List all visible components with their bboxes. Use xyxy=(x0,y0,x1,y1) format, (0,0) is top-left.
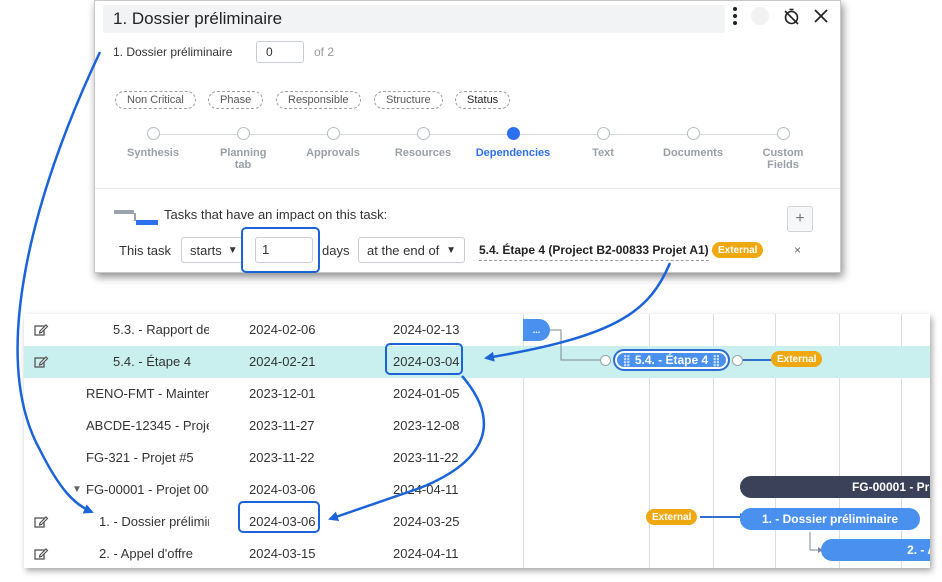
tab-custom-fields[interactable]: Custom Fields xyxy=(738,127,828,171)
tab-planning[interactable]: Planning tab xyxy=(198,127,288,171)
tab-label: Resources xyxy=(394,147,452,159)
step-node xyxy=(686,127,700,140)
relation-select[interactable]: starts ▼ xyxy=(181,237,243,263)
highlight-start-date xyxy=(238,501,320,533)
step-node xyxy=(776,127,790,140)
gantt-bar[interactable]: 2. - A xyxy=(821,539,930,561)
bar-label: 5.4. - Étape 4 xyxy=(634,353,709,367)
tab-label: Planning tab xyxy=(220,147,267,171)
lag-unit-label: days xyxy=(322,243,350,258)
close-icon[interactable] xyxy=(814,9,828,23)
index-total: of 2 xyxy=(314,45,335,59)
timer-off-icon[interactable] xyxy=(783,8,800,25)
add-dependency-button[interactable]: + xyxy=(787,206,813,232)
link-handle-left[interactable] xyxy=(600,355,611,366)
step-node xyxy=(596,127,610,140)
task-detail-modal: 1. Dossier préliminaire 1. Dossier préli… xyxy=(94,0,841,273)
chip-phase[interactable]: Phase xyxy=(208,91,264,109)
step-node-active xyxy=(506,127,520,140)
highlight-end-date xyxy=(385,343,463,375)
relation-value: starts xyxy=(190,242,222,258)
chip-status[interactable]: Status xyxy=(455,91,511,109)
predecessor-task-link[interactable]: 5.4. Étape 4 (Project B2-00833 Projet A1… xyxy=(479,243,709,261)
tab-text[interactable]: Text xyxy=(558,127,648,159)
index-input[interactable]: 0 xyxy=(256,41,304,63)
external-badge: External xyxy=(771,351,823,367)
this-task-label: This task xyxy=(119,243,172,258)
step-node xyxy=(236,127,250,140)
chevron-down-icon: ▼ xyxy=(227,244,238,256)
tab-dependencies[interactable]: Dependencies xyxy=(468,127,558,159)
gantt-panel: 5.3. - Rapport de 2024-02-06 2024-02-13 … xyxy=(24,314,930,568)
tab-label: Dependencies xyxy=(475,147,551,159)
dependency-icon xyxy=(114,210,158,225)
selected-gantt-bar[interactable]: ⣿ 5.4. - Étape 4 ⣿ xyxy=(613,349,730,371)
link-handle-right[interactable] xyxy=(732,355,743,366)
tab-documents[interactable]: Documents xyxy=(648,127,738,159)
gantt-bar[interactable]: 1. - Dossier préliminaire xyxy=(740,508,920,530)
tab-label: Approvals xyxy=(306,147,360,159)
external-badge: External xyxy=(712,242,764,258)
step-node xyxy=(146,127,160,140)
drag-handle-icon[interactable]: ⣿ xyxy=(623,354,631,367)
chevron-down-icon: ▼ xyxy=(446,244,456,256)
tab-label: Synthesis xyxy=(127,147,179,159)
tab-label: Text xyxy=(592,147,614,159)
tab-label: Custom Fields xyxy=(762,147,804,171)
chip-structure[interactable]: Structure xyxy=(374,91,443,109)
dependencies-title: Tasks that have an impact on this task: xyxy=(164,207,388,222)
external-badge: External xyxy=(646,509,698,525)
header-actions xyxy=(733,7,828,25)
tab-resources[interactable]: Resources xyxy=(378,127,468,159)
divider xyxy=(95,188,840,189)
loading-circle-icon xyxy=(751,7,769,25)
anchor-select[interactable]: at the end of ▼ xyxy=(358,237,465,263)
more-vertical-icon[interactable] xyxy=(733,7,737,25)
chip-responsible[interactable]: Responsible xyxy=(276,91,361,109)
step-node xyxy=(326,127,340,140)
project-summary-bar[interactable]: FG-00001 - Proj xyxy=(740,476,930,498)
chip-non-critical[interactable]: Non Critical xyxy=(115,91,196,109)
tab-approvals[interactable]: Approvals xyxy=(288,127,378,159)
remove-dependency-button[interactable]: × xyxy=(794,243,801,257)
task-path-label: 1. Dossier préliminaire xyxy=(113,45,233,59)
drag-handle-icon[interactable]: ⣿ xyxy=(712,354,720,367)
anchor-value: at the end of xyxy=(367,242,440,258)
highlight-lag-input xyxy=(241,227,320,273)
tab-synthesis[interactable]: Synthesis xyxy=(108,127,198,159)
tab-label: Documents xyxy=(663,147,723,159)
step-node xyxy=(416,127,430,140)
task-title-field[interactable]: 1. Dossier préliminaire xyxy=(103,5,725,33)
